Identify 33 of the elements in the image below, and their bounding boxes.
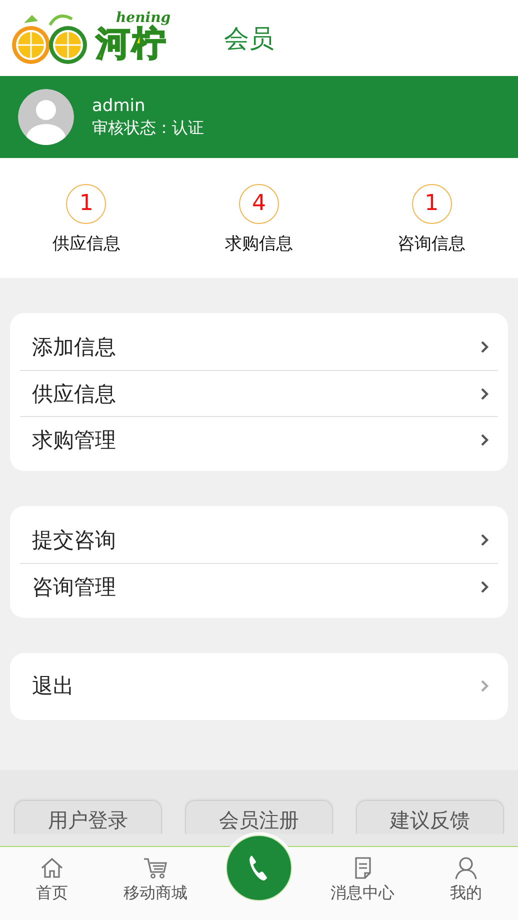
- chevron-icon: [480, 533, 490, 547]
- chevron-icon: [480, 432, 490, 446]
- footer-button[interactable]: 会员注册: [185, 800, 333, 834]
- count-badge: 1: [412, 184, 452, 224]
- nav-item[interactable]: 我的: [414, 847, 518, 920]
- menu-item[interactable]: 添加信息: [20, 324, 498, 370]
- chevron-icon: [480, 580, 490, 594]
- footer-button[interactable]: 用户登录: [14, 800, 162, 834]
- brand-logo: hening 河柠: [94, 10, 172, 66]
- count-badge: 1: [66, 184, 106, 224]
- stat-label[interactable]: 供应信息: [52, 232, 120, 254]
- stat-label[interactable]: 咨询信息: [398, 232, 466, 254]
- count-badge: 4: [239, 184, 279, 224]
- review-status: 审核状态：认证: [92, 118, 204, 138]
- home-icon: [38, 856, 65, 881]
- menu-item[interactable]: 咨询管理: [20, 563, 498, 609]
- chevron-icon: [480, 386, 490, 400]
- footer-button[interactable]: 建议反馈: [356, 800, 504, 834]
- menu-item[interactable]: 供应信息: [20, 370, 498, 416]
- chevron-icon: [480, 679, 490, 693]
- stat-label[interactable]: 求购信息: [225, 232, 293, 254]
- menu-item[interactable]: 提交咨询: [20, 517, 498, 563]
- cart-icon: [142, 856, 168, 881]
- user-name: admin: [92, 96, 146, 116]
- nav-item[interactable]: 消息中心: [310, 847, 414, 920]
- menu-item[interactable]: 求购管理: [20, 416, 498, 462]
- avatar-icon: [18, 89, 74, 145]
- nav-item[interactable]: 移动商城: [104, 847, 208, 920]
- menu-item[interactable]: 退出: [20, 663, 498, 709]
- chevron-icon: [480, 340, 490, 354]
- nav-item[interactable]: 首页: [0, 847, 104, 920]
- person-icon: [453, 856, 480, 881]
- page-title: 会员: [224, 22, 274, 54]
